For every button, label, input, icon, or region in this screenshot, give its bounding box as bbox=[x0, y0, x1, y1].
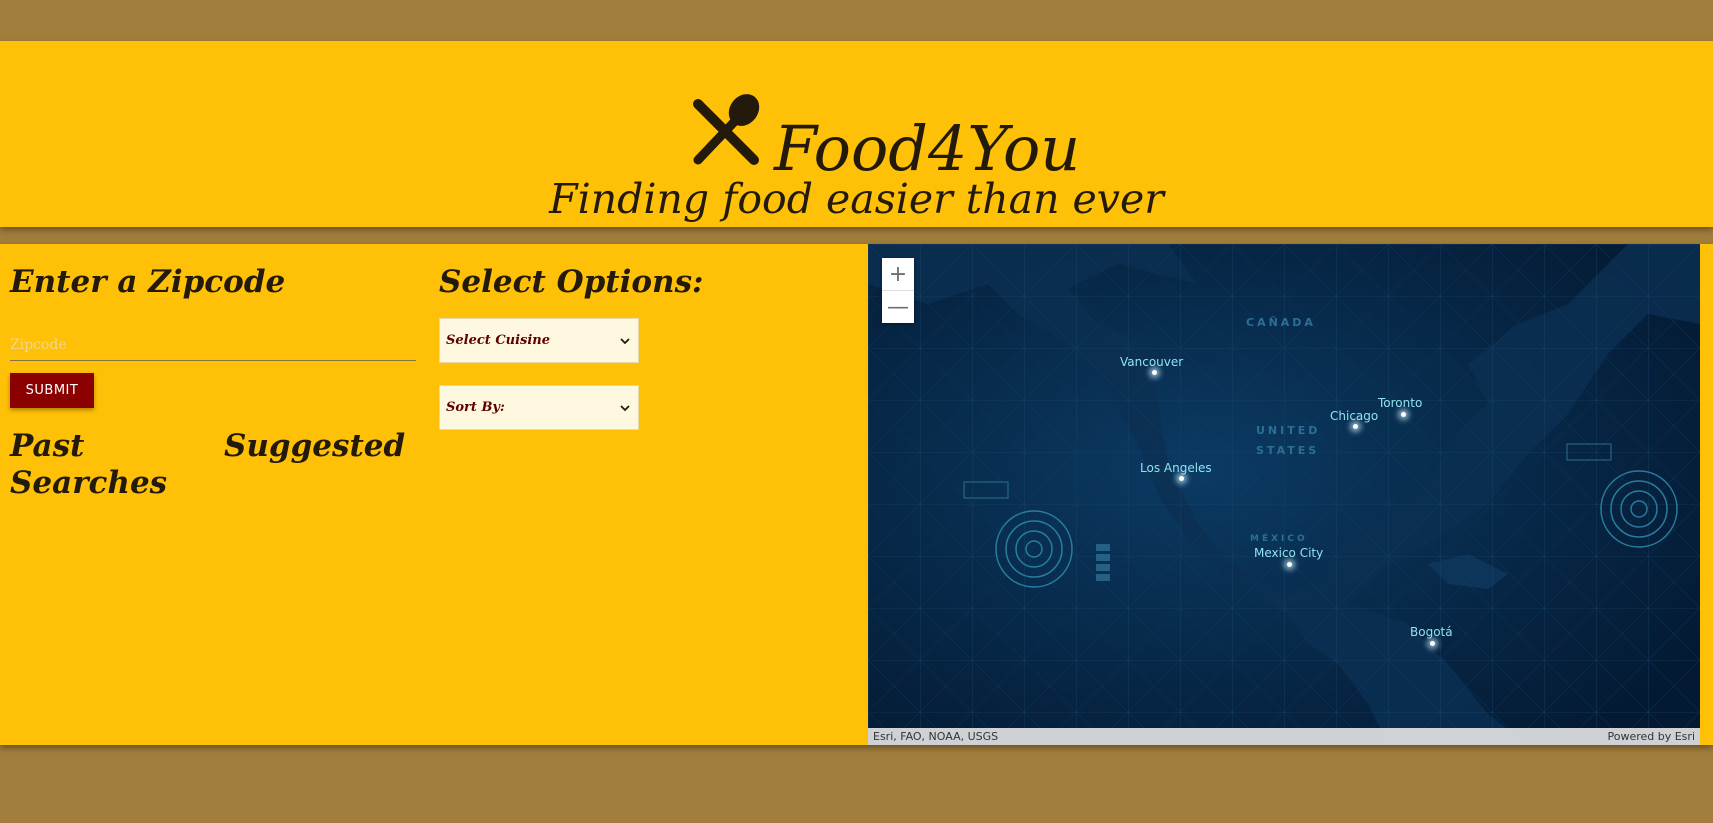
zoom-out-button[interactable]: — bbox=[882, 290, 914, 323]
region-label: STATES bbox=[1256, 444, 1320, 457]
sort-select-value: Sort By: bbox=[446, 400, 505, 415]
city-label: Toronto bbox=[1378, 396, 1423, 410]
city-marker bbox=[1152, 370, 1157, 375]
brand: Food4You bbox=[690, 89, 1080, 184]
map-view[interactable]: CAÑADA UNITED STATES MÉXICO Vancouver To… bbox=[868, 244, 1700, 745]
city-marker bbox=[1430, 641, 1435, 646]
site-header: Food4You Finding food easier than ever bbox=[0, 41, 1713, 227]
city-marker bbox=[1287, 562, 1292, 567]
suggested-heading: Suggested bbox=[224, 428, 406, 464]
zoom-in-button[interactable]: + bbox=[882, 258, 914, 290]
site-title: Food4You bbox=[774, 112, 1081, 185]
zoom-control: + — bbox=[882, 258, 914, 323]
city-label: Los Angeles bbox=[1140, 461, 1212, 475]
past-searches-heading: Past Searches bbox=[10, 428, 168, 501]
cuisine-select[interactable]: Select Cuisine bbox=[439, 318, 639, 363]
city-label: Vancouver bbox=[1120, 355, 1184, 369]
city-label: Mexico City bbox=[1254, 546, 1324, 560]
options-heading: Select Options: bbox=[439, 264, 704, 300]
region-label: CAÑADA bbox=[1246, 316, 1316, 329]
map-attribution: Esri, FAO, NOAA, USGS Powered by Esri bbox=[868, 728, 1700, 745]
region-label: UNITED bbox=[1256, 424, 1321, 437]
fork-spoon-icon bbox=[693, 94, 760, 165]
city-marker bbox=[1353, 424, 1358, 429]
sort-select[interactable]: Sort By: bbox=[439, 385, 639, 430]
powered-by-text[interactable]: Powered by Esri bbox=[1607, 730, 1695, 743]
chevron-down-icon bbox=[620, 337, 630, 344]
submit-button[interactable]: SUBMIT bbox=[10, 373, 94, 408]
city-label: Chicago bbox=[1330, 409, 1379, 423]
main-panel: Enter a Zipcode SUBMIT Past Searches Sug… bbox=[0, 244, 1713, 745]
zipcode-input[interactable] bbox=[10, 330, 416, 361]
region-label: MÉXICO bbox=[1250, 534, 1308, 544]
chevron-down-icon bbox=[620, 404, 630, 411]
zipcode-heading: Enter a Zipcode bbox=[10, 264, 286, 300]
city-marker bbox=[1401, 412, 1406, 417]
attribution-text[interactable]: Esri, FAO, NOAA, USGS bbox=[873, 730, 998, 743]
cuisine-select-value: Select Cuisine bbox=[446, 333, 551, 348]
city-marker bbox=[1179, 476, 1184, 481]
city-label: Bogotá bbox=[1410, 625, 1453, 639]
tagline: Finding food easier than ever bbox=[549, 175, 1164, 223]
